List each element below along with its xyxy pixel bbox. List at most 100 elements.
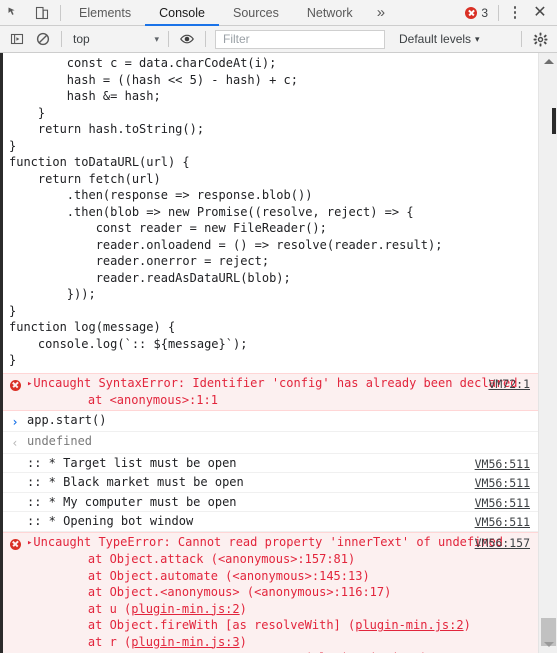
- close-icon[interactable]: ✕: [527, 1, 553, 25]
- execution-context-select[interactable]: top ▾: [67, 32, 163, 46]
- message-text: :: * My computer must be open: [27, 494, 237, 509]
- expand-triangle-icon[interactable]: ▸: [27, 535, 32, 552]
- message-gutter: [3, 513, 27, 530]
- message-gutter: ‹: [3, 433, 27, 452]
- message-text: Uncaught SyntaxError: Identifier 'config…: [33, 375, 518, 390]
- toolbar-divider-4: [521, 31, 522, 47]
- tab-console[interactable]: Console: [145, 0, 219, 26]
- inspect-element-icon[interactable]: [0, 0, 28, 25]
- source-link[interactable]: VM56:157: [475, 535, 530, 552]
- source-link[interactable]: VM72:1: [488, 376, 530, 393]
- devtools-tabbar: Elements Console Sources Network » 3 ✕: [0, 0, 557, 26]
- message-gutter: [3, 455, 27, 472]
- tabbar-divider: [60, 4, 61, 21]
- device-toolbar-icon[interactable]: [28, 0, 56, 25]
- console-message-log[interactable]: :: * Target list must be open VM56:511: [3, 454, 538, 473]
- chevron-down-icon: ▾: [154, 33, 159, 44]
- source-link[interactable]: VM56:511: [475, 456, 530, 473]
- tab-list: Elements Console Sources Network »: [65, 0, 395, 26]
- stack-frame-text-tail: ): [463, 618, 471, 632]
- stack-trace: at <anonymous>:1:1: [59, 393, 218, 407]
- stack-frame-text: at u (: [59, 601, 132, 616]
- console-message-error[interactable]: ▸Uncaught TypeError: Cannot read propert…: [3, 531, 538, 653]
- stack-frame-source-link[interactable]: plugin-min.js:3: [131, 635, 239, 649]
- stack-frame: at Object.fireWith [as resolveWith] (plu…: [59, 617, 534, 634]
- console-code-snippet: const c = data.charCodeAt(i); hash = ((h…: [9, 56, 443, 367]
- stack-frame: at Object.automate (<anonymous>:145:13): [59, 568, 534, 585]
- stack-frame-text: at Object.attack (<anonymous>:157:81): [59, 552, 356, 566]
- console-message-output[interactable]: ‹ undefined: [3, 432, 538, 454]
- stack-frame-text-tail: ): [239, 634, 247, 649]
- message-text: app.start(): [27, 412, 107, 427]
- clear-console-icon[interactable]: [30, 27, 56, 51]
- message-text-wrapper: ▸Uncaught TypeError: Cannot read propert…: [27, 534, 538, 653]
- console-toolbar: top ▾ Default levels ▾: [0, 26, 557, 53]
- console-message-error[interactable]: ▸Uncaught SyntaxError: Identifier 'confi…: [3, 372, 538, 411]
- console-message-log[interactable]: :: * Opening bot window VM56:511: [3, 512, 538, 532]
- tabbar-right-controls: 3 ✕: [459, 0, 557, 25]
- source-link[interactable]: VM56:511: [475, 514, 530, 531]
- stack-frame: at Object.<anonymous> (<anonymous>:116:1…: [59, 584, 534, 601]
- message-gutter: [3, 375, 27, 409]
- console-body: const c = data.charCodeAt(i); hash = ((h…: [0, 53, 557, 653]
- stack-frame: at Object.attack (<anonymous>:157:81): [59, 551, 534, 568]
- message-text-wrapper: ▸Uncaught SyntaxError: Identifier 'confi…: [27, 375, 538, 409]
- message-gutter: ›: [3, 412, 27, 431]
- chevron-down-icon: ▾: [475, 33, 480, 44]
- source-link[interactable]: VM56:511: [475, 475, 530, 492]
- console-message-list: const c = data.charCodeAt(i); hash = ((h…: [3, 53, 557, 653]
- error-count-label: 3: [481, 5, 488, 20]
- error-circle-icon: [9, 538, 21, 550]
- message-text: :: * Target list must be open: [27, 455, 237, 470]
- message-text: undefined: [27, 434, 93, 448]
- devtools-window: Elements Console Sources Network » 3 ✕ t…: [0, 0, 557, 653]
- log-levels-select[interactable]: Default levels ▾: [399, 32, 480, 46]
- stack-frame-source-link[interactable]: plugin-min.js:2: [131, 602, 239, 616]
- console-message-log[interactable]: :: * My computer must be open VM56:511: [3, 493, 538, 512]
- more-options-icon[interactable]: [503, 1, 527, 25]
- log-levels-label: Default levels: [399, 32, 472, 46]
- stack-frame-text: at r (: [59, 634, 132, 649]
- scroll-down-arrow-icon[interactable]: [539, 636, 557, 653]
- message-text: Uncaught TypeError: Cannot read property…: [33, 534, 504, 549]
- message-text: :: * Black market must be open: [27, 475, 244, 489]
- filter-field-wrapper[interactable]: [215, 29, 385, 49]
- gear-icon[interactable]: [527, 27, 553, 51]
- stack-frame-text-tail: ): [239, 601, 247, 616]
- stack-frame: at u (plugin-min.js:2): [59, 601, 534, 618]
- toolbar-divider-1: [61, 31, 62, 47]
- tab-sources[interactable]: Sources: [219, 0, 293, 25]
- message-gutter: [3, 474, 27, 491]
- toolbar-divider-2: [168, 31, 169, 47]
- more-tabs-button[interactable]: »: [367, 0, 395, 25]
- error-circle-icon: [465, 6, 478, 19]
- message-text: :: * Opening bot window: [27, 514, 194, 528]
- toolbar-divider-3: [205, 31, 206, 47]
- stack-frame-text: at Object.automate (<anonymous>:145:13): [59, 568, 370, 583]
- message-gutter: [3, 494, 27, 511]
- tab-network[interactable]: Network: [293, 0, 367, 25]
- source-link[interactable]: VM56:511: [475, 495, 530, 512]
- stack-frame: at r (plugin-min.js:3): [59, 634, 534, 651]
- chevron-left-icon: ‹: [11, 436, 19, 450]
- error-count-badge[interactable]: 3: [459, 6, 494, 20]
- stack-frame-text: at Object.fireWith [as resolveWith] (: [59, 618, 356, 632]
- error-circle-icon: [9, 379, 21, 391]
- stack-frame-text: at Object.<anonymous> (<anonymous>:116:1…: [59, 585, 392, 599]
- expand-triangle-icon[interactable]: ▸: [27, 376, 32, 393]
- message-gutter: [3, 534, 27, 653]
- console-message-input[interactable]: › app.start(): [3, 410, 538, 432]
- scrollbar-position-marker: [552, 108, 556, 134]
- console-sidebar-icon[interactable]: [4, 27, 30, 51]
- stack-frame-source-link[interactable]: plugin-min.js:2: [355, 618, 463, 632]
- live-expression-eye-icon[interactable]: [174, 27, 200, 51]
- filter-input[interactable]: [221, 31, 379, 47]
- execution-context-value: top: [73, 32, 90, 46]
- scroll-up-arrow-icon[interactable]: [539, 53, 557, 70]
- chevron-right-icon: ›: [11, 414, 19, 429]
- tabbar-right-divider: [498, 4, 499, 21]
- console-scrollbar[interactable]: [538, 53, 557, 653]
- tab-elements[interactable]: Elements: [65, 0, 145, 25]
- console-message-log[interactable]: :: * Black market must be open VM56:511: [3, 473, 538, 493]
- stack-trace: at Object.attack (<anonymous>:157:81) at…: [27, 551, 534, 653]
